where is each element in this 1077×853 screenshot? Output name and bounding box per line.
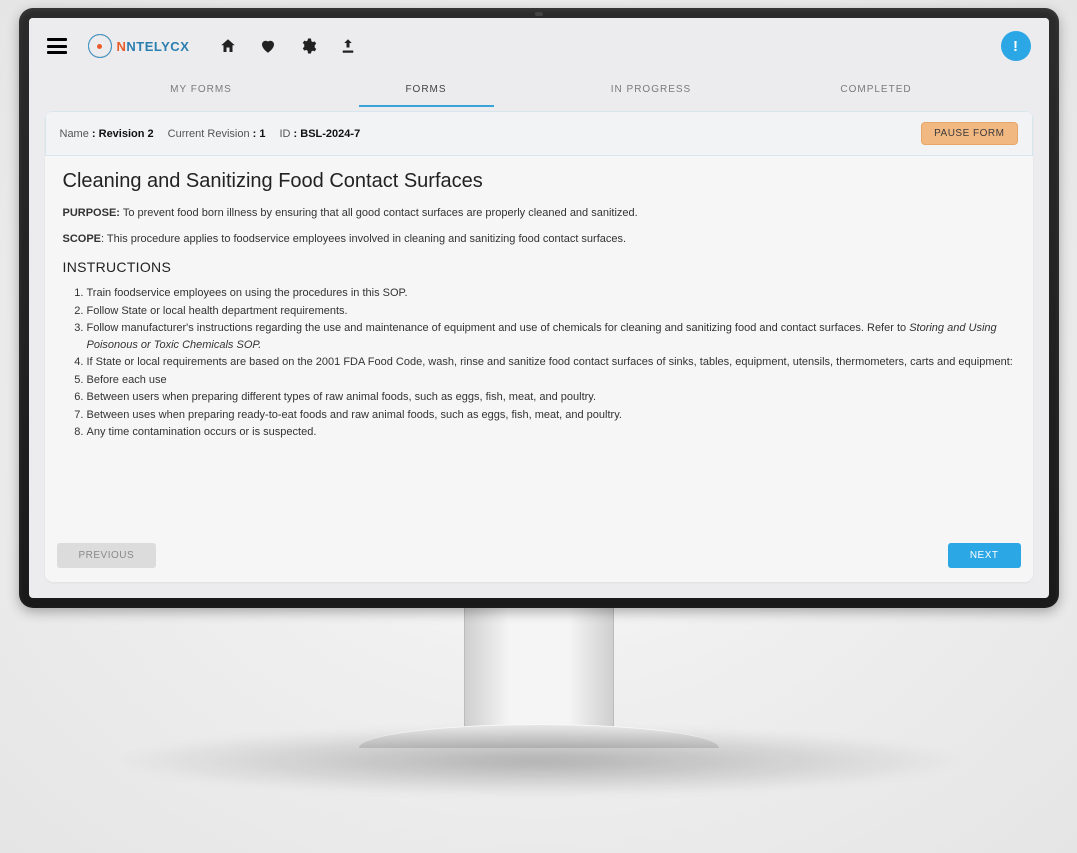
monitor-shadow	[109, 726, 969, 796]
form-revision: Current Revision : 1	[168, 128, 266, 140]
topbar: NNTELYCX !	[29, 18, 1049, 74]
alert-icon: !	[1013, 38, 1018, 55]
gear-icon[interactable]	[299, 37, 317, 55]
form-id: ID : BSL-2024-7	[279, 128, 360, 140]
list-item: Before each use	[87, 372, 1015, 389]
list-item: Train foodservice employees on using the…	[87, 285, 1015, 302]
tab-bar: MY FORMS FORMS IN PROGRESS COMPLETED	[29, 74, 1049, 107]
form-footer: PREVIOUS NEXT	[45, 535, 1033, 582]
instructions-list: Train foodservice employees on using the…	[63, 285, 1015, 441]
brand-name: NNTELYCX	[117, 39, 190, 54]
tab-in-progress[interactable]: IN PROGRESS	[539, 74, 764, 107]
alert-button[interactable]: !	[1001, 31, 1031, 61]
form-header: Name : Revision 2 Current Revision : 1 I…	[45, 111, 1033, 156]
list-item: Between users when preparing different t…	[87, 389, 1015, 406]
scope-line: SCOPE: This procedure applies to foodser…	[63, 233, 1015, 245]
tab-label: IN PROGRESS	[611, 84, 691, 95]
monitor-bezel: NNTELYCX ! MY FORMS FORMS	[19, 8, 1059, 608]
pause-form-button[interactable]: PAUSE FORM	[921, 122, 1017, 145]
form-body: Cleaning and Sanitizing Food Contact Sur…	[45, 156, 1033, 535]
top-icon-group	[219, 37, 357, 55]
list-item: If State or local requirements are based…	[87, 354, 1015, 371]
tab-my-forms[interactable]: MY FORMS	[89, 74, 314, 107]
document-title: Cleaning and Sanitizing Food Contact Sur…	[63, 170, 1015, 193]
list-item: Between uses when preparing ready-to-eat…	[87, 407, 1015, 424]
list-item: Follow manufacturer's instructions regar…	[87, 320, 1015, 353]
list-item: Follow State or local health department …	[87, 303, 1015, 320]
form-card: Name : Revision 2 Current Revision : 1 I…	[45, 111, 1033, 582]
brand-atom-icon	[85, 31, 115, 61]
tab-forms[interactable]: FORMS	[314, 74, 539, 107]
upload-icon[interactable]	[339, 37, 357, 55]
screen: NNTELYCX ! MY FORMS FORMS	[29, 18, 1049, 598]
app-root: NNTELYCX ! MY FORMS FORMS	[29, 18, 1049, 598]
next-button[interactable]: NEXT	[948, 543, 1021, 568]
instructions-heading: INSTRUCTIONS	[63, 259, 1015, 275]
monitor-mockup: NNTELYCX ! MY FORMS FORMS	[19, 8, 1059, 796]
tab-completed[interactable]: COMPLETED	[764, 74, 989, 107]
previous-button: PREVIOUS	[57, 543, 157, 568]
tab-label: COMPLETED	[840, 84, 911, 95]
purpose-line: PURPOSE: To prevent food born illness by…	[63, 207, 1015, 219]
form-name: Name : Revision 2	[60, 128, 154, 140]
monitor-stand-neck	[464, 608, 614, 728]
home-icon[interactable]	[219, 37, 237, 55]
tab-label: MY FORMS	[170, 84, 232, 95]
list-item: Any time contamination occurs or is susp…	[87, 424, 1015, 441]
menu-icon[interactable]	[47, 38, 67, 54]
tab-label: FORMS	[405, 84, 446, 95]
brand-logo[interactable]: NNTELYCX	[85, 31, 190, 61]
heart-icon[interactable]	[259, 37, 277, 55]
